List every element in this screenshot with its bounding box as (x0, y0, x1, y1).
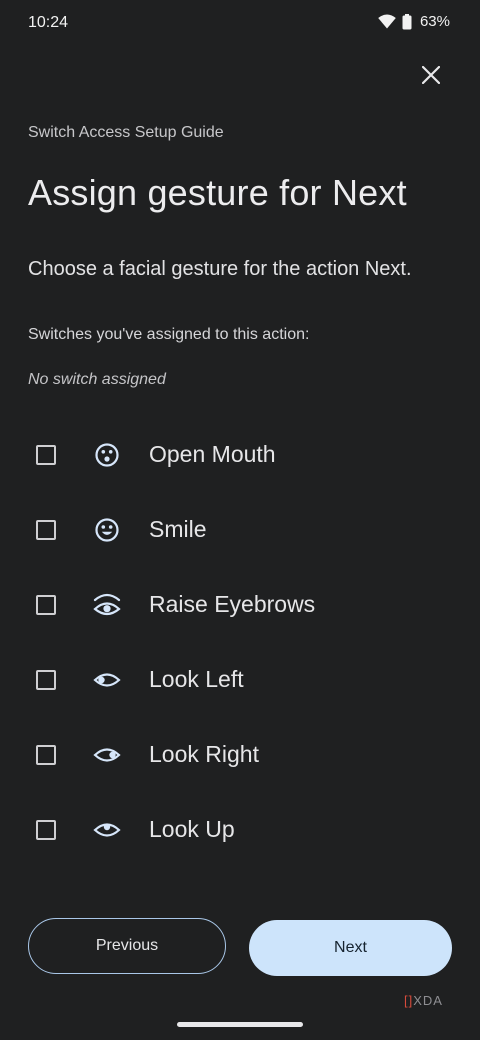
open-mouth-face-icon (92, 440, 122, 470)
xda-watermark: []XDA (404, 993, 443, 1008)
battery-percent: 63% (419, 13, 450, 30)
status-time: 10:24 (28, 14, 69, 31)
gesture-option-open-mouth[interactable]: Open Mouth (0, 418, 480, 493)
gesture-label: Raise Eyebrows (149, 591, 316, 617)
gesture-label: Look Right (149, 741, 259, 767)
gesture-label: Open Mouth (149, 441, 276, 467)
assigned-switches-value: No switch assigned (28, 371, 166, 388)
status-bar: 10:24 63% (0, 0, 480, 48)
gesture-option-look-right[interactable]: Look Right (0, 718, 480, 793)
gesture-option-look-left[interactable]: Look Left (0, 643, 480, 718)
next-button[interactable]: Next (249, 920, 452, 976)
status-icons: 63% (378, 13, 450, 30)
previous-button[interactable]: Previous (28, 918, 226, 974)
smile-face-icon (92, 515, 122, 545)
battery-icon (402, 13, 412, 30)
gesture-checkbox[interactable] (36, 820, 56, 840)
gesture-list: Open Mouth Smile Raise Eyebrows Look Lef… (0, 418, 480, 868)
gesture-checkbox[interactable] (36, 745, 56, 765)
look-left-eye-icon (92, 665, 122, 695)
gesture-label: Look Left (149, 666, 244, 692)
watermark-text: XDA (413, 993, 443, 1008)
raise-eyebrows-eye-icon (92, 590, 122, 620)
setup-guide-label: Switch Access Setup Guide (28, 124, 224, 141)
gesture-label: Look Up (149, 816, 235, 842)
gesture-option-raise-eyebrows[interactable]: Raise Eyebrows (0, 568, 480, 643)
gesture-option-look-up[interactable]: Look Up (0, 793, 480, 868)
gesture-navigation-handle[interactable] (177, 1022, 303, 1027)
gesture-checkbox[interactable] (36, 595, 56, 615)
page-description: Choose a facial gesture for the action N… (28, 258, 412, 280)
close-button[interactable] (414, 60, 448, 94)
gesture-checkbox[interactable] (36, 520, 56, 540)
gesture-label: Smile (149, 516, 207, 542)
gesture-option-smile[interactable]: Smile (0, 493, 480, 568)
close-icon (421, 65, 441, 89)
gesture-checkbox[interactable] (36, 670, 56, 690)
wifi-icon (378, 14, 396, 29)
look-right-eye-icon (92, 740, 122, 770)
switch-access-screen: 10:24 63% Switch Access Setup Guide Assi… (0, 0, 480, 1040)
assigned-switches-label: Switches you've assigned to this action: (28, 326, 310, 343)
look-up-eye-icon (92, 815, 122, 845)
gesture-checkbox[interactable] (36, 445, 56, 465)
xda-logo-icon: [] (404, 993, 414, 1008)
page-title: Assign gesture for Next (28, 172, 407, 213)
